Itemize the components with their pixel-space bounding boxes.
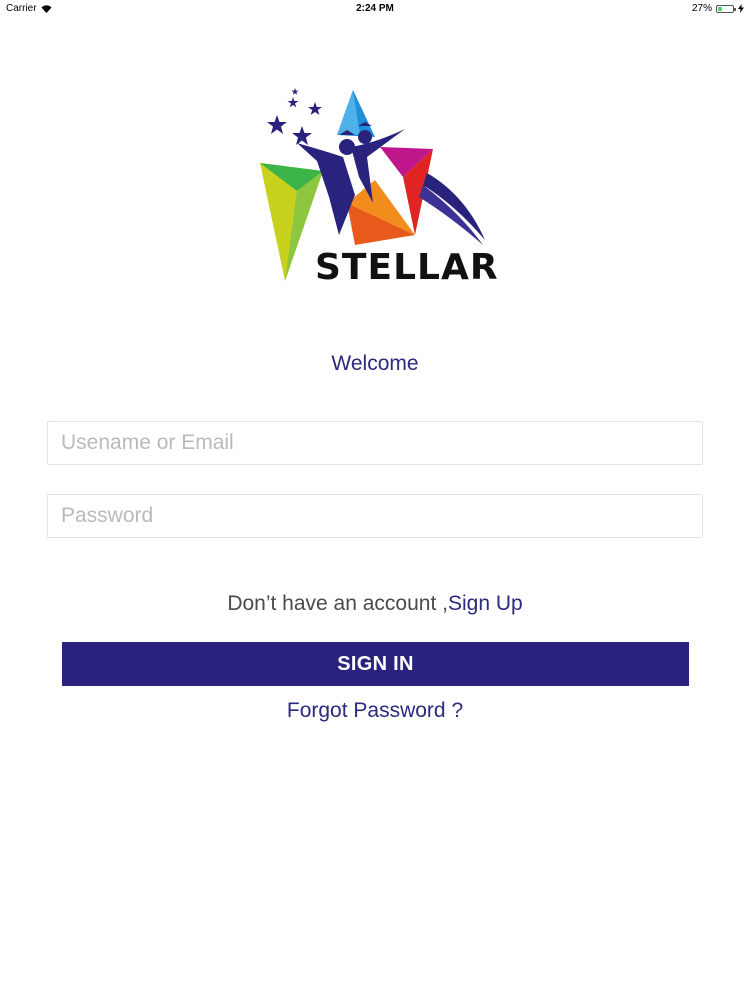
swoosh — [423, 173, 485, 240]
status-right: 27% — [692, 3, 744, 14]
stellar-logo: STELLAR — [255, 85, 499, 290]
welcome-heading: Welcome — [331, 352, 419, 375]
forgot-password-link[interactable]: Forgot Password ? — [0, 699, 750, 723]
small-stars — [267, 88, 322, 145]
status-bar: Carrier 2:24 PM 27% — [0, 0, 750, 18]
signup-link[interactable]: Sign Up — [448, 592, 523, 615]
password-input[interactable] — [48, 495, 702, 537]
logo-wordmark: STELLAR — [315, 247, 499, 288]
battery-percent: 27% — [691, 3, 712, 14]
battery-fill — [718, 6, 722, 11]
battery-icon — [716, 4, 736, 13]
charging-icon — [738, 4, 744, 13]
status-time: 2:24 PM — [356, 3, 394, 14]
signup-row: Don’t have an account ,Sign Up — [0, 592, 750, 616]
password-field-container — [47, 494, 703, 538]
signin-button[interactable]: SIGN IN — [62, 642, 689, 686]
signup-prompt: Don’t have an account , — [227, 592, 448, 615]
username-field-container — [47, 421, 703, 465]
username-input[interactable] — [48, 422, 702, 464]
